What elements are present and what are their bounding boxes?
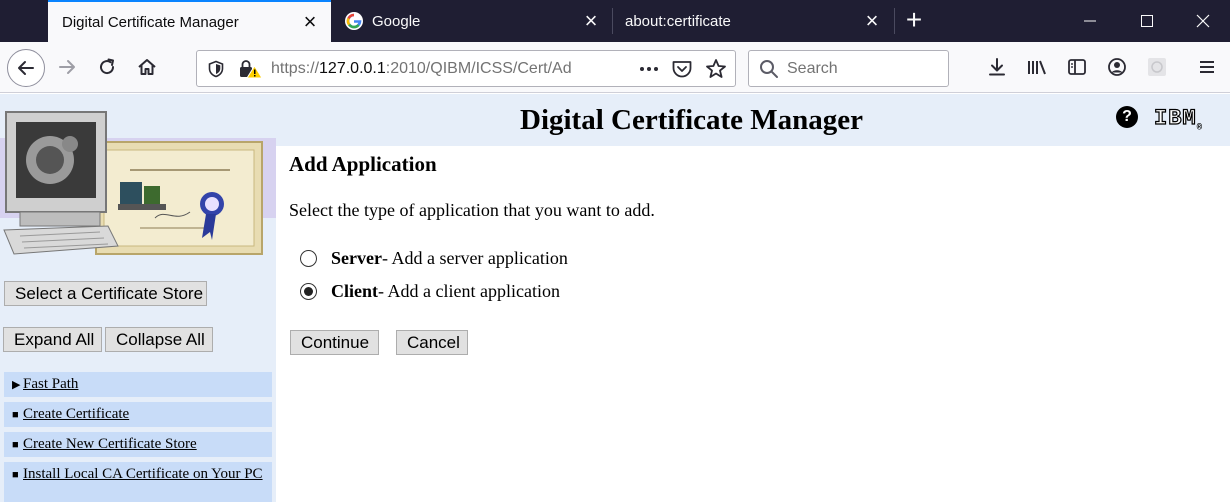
option-description: - Add a server application — [381, 247, 568, 268]
close-icon — [1196, 14, 1210, 28]
search-bar[interactable]: Search — [748, 50, 949, 87]
close-tab-icon[interactable]: × — [301, 11, 319, 33]
sidebar-link[interactable]: Fast Path — [23, 376, 78, 392]
tab-google[interactable]: Google × — [332, 0, 612, 42]
url-scheme: https:// — [271, 60, 320, 77]
help-icon[interactable]: ? — [1116, 106, 1138, 128]
minimize-icon — [1084, 20, 1096, 22]
collapse-all-button[interactable]: Collapse All — [105, 327, 213, 352]
bullet-square-icon: ■ — [12, 439, 19, 451]
certificate-computer-banner-image — [0, 111, 276, 255]
tab-title: about:certificate — [625, 12, 731, 30]
sidebar: Select a Certificate Store Expand All Co… — [0, 94, 276, 502]
downloads-button[interactable] — [980, 50, 1014, 84]
select-certificate-store-button[interactable]: Select a Certificate Store — [4, 281, 207, 306]
triangle-right-icon: ▶ — [12, 379, 21, 391]
tab-title: Google — [372, 12, 421, 30]
new-tab-button[interactable]: + — [896, 0, 932, 42]
sidebar-item-create-certificate[interactable]: ■ Create Certificate — [4, 402, 272, 427]
close-tab-icon[interactable]: × — [863, 10, 881, 32]
page-header: Digital Certificate Manager ? IBM® — [276, 94, 1230, 146]
home-button[interactable] — [130, 50, 164, 84]
continue-button[interactable]: Continue — [290, 330, 379, 355]
account-icon — [1108, 58, 1126, 76]
close-tab-icon[interactable]: × — [582, 10, 600, 32]
url-path: :2010/QIBM/ICSS/Cert/Ad — [385, 60, 572, 77]
tab-strip: Digital Certificate Manager × Google × a… — [0, 0, 1230, 42]
sidebar-link[interactable]: Install Local CA Certificate on Your PC — [23, 466, 263, 482]
option-name: Server — [331, 247, 382, 268]
library-button[interactable] — [1020, 50, 1054, 84]
server-radio[interactable] — [300, 249, 317, 267]
page-actions-icon[interactable] — [637, 60, 661, 78]
account-button[interactable] — [1100, 50, 1134, 84]
sidebar-toggle-button[interactable] — [1060, 50, 1094, 84]
client-option[interactable]: Client - Add a client application — [300, 280, 560, 302]
add-application-heading: Add Application — [289, 152, 437, 176]
tab-separator — [894, 8, 895, 34]
tab-digital-certificate-manager[interactable]: Digital Certificate Manager × — [48, 0, 331, 42]
tracking-protection-shield-icon[interactable] — [207, 60, 225, 78]
navigation-toolbar: https://127.0.0.1:2010/QIBM/ICSS/Cert/Ad… — [0, 42, 1230, 93]
google-logo-icon — [345, 12, 363, 30]
search-placeholder: Search — [787, 60, 838, 77]
url-host: 127.0.0.1 — [319, 60, 386, 77]
close-window-button[interactable] — [1174, 0, 1230, 42]
sidebar-item-fast-path[interactable]: ▶ Fast Path — [4, 372, 272, 397]
cancel-button[interactable]: Cancel — [396, 330, 468, 355]
url-bar[interactable]: https://127.0.0.1:2010/QIBM/ICSS/Cert/Ad — [196, 50, 736, 87]
sidebar-item-install-local-ca-certificate[interactable]: ■ Install Local CA Certificate on Your PC — [4, 462, 272, 502]
reload-button[interactable] — [90, 50, 124, 84]
bullet-square-icon: ■ — [12, 469, 19, 481]
extension-button[interactable] — [1140, 50, 1174, 84]
sidebar-link[interactable]: Create New Certificate Store — [23, 436, 197, 452]
client-radio[interactable] — [300, 282, 317, 300]
page-title: Digital Certificate Manager — [520, 104, 864, 136]
sidebar-item-create-new-certificate-store[interactable]: ■ Create New Certificate Store — [4, 432, 272, 457]
ibm-logo: IBM® — [1153, 105, 1204, 133]
instruction-text: Select the type of application that you … — [289, 200, 655, 220]
maximize-button[interactable] — [1118, 0, 1174, 42]
pocket-icon[interactable] — [671, 59, 693, 79]
maximize-icon — [1141, 15, 1153, 27]
menu-button[interactable] — [1190, 50, 1224, 84]
back-button[interactable] — [7, 49, 45, 87]
download-icon — [989, 58, 1005, 76]
option-description: - Add a client application — [378, 280, 560, 301]
sidebar-link[interactable]: Create Certificate — [23, 406, 129, 422]
ibm-logo-text: IBM — [1153, 105, 1197, 131]
insecure-lock-warning-icon[interactable] — [237, 59, 263, 79]
sidebar-icon — [1068, 59, 1086, 75]
server-option[interactable]: Server - Add a server application — [300, 247, 568, 269]
url-text[interactable]: https://127.0.0.1:2010/QIBM/ICSS/Cert/Ad — [271, 60, 591, 78]
search-icon — [760, 60, 778, 78]
back-arrow-icon — [18, 61, 34, 75]
forward-button[interactable] — [50, 50, 84, 84]
expand-all-button[interactable]: Expand All — [3, 327, 102, 352]
bullet-square-icon: ■ — [12, 409, 19, 421]
tab-title: Digital Certificate Manager — [62, 13, 239, 31]
tab-about-certificate[interactable]: about:certificate × — [613, 0, 893, 42]
library-icon — [1028, 60, 1046, 75]
extension-icon — [1148, 58, 1166, 76]
option-name: Client — [331, 280, 378, 301]
page-content: Select a Certificate Store Expand All Co… — [0, 94, 1230, 502]
home-icon — [138, 59, 156, 75]
forward-arrow-icon — [59, 60, 75, 74]
reload-icon — [100, 58, 115, 75]
hamburger-menu-icon — [1200, 61, 1214, 73]
bookmark-star-icon[interactable] — [705, 58, 727, 80]
minimize-button[interactable] — [1062, 0, 1118, 42]
